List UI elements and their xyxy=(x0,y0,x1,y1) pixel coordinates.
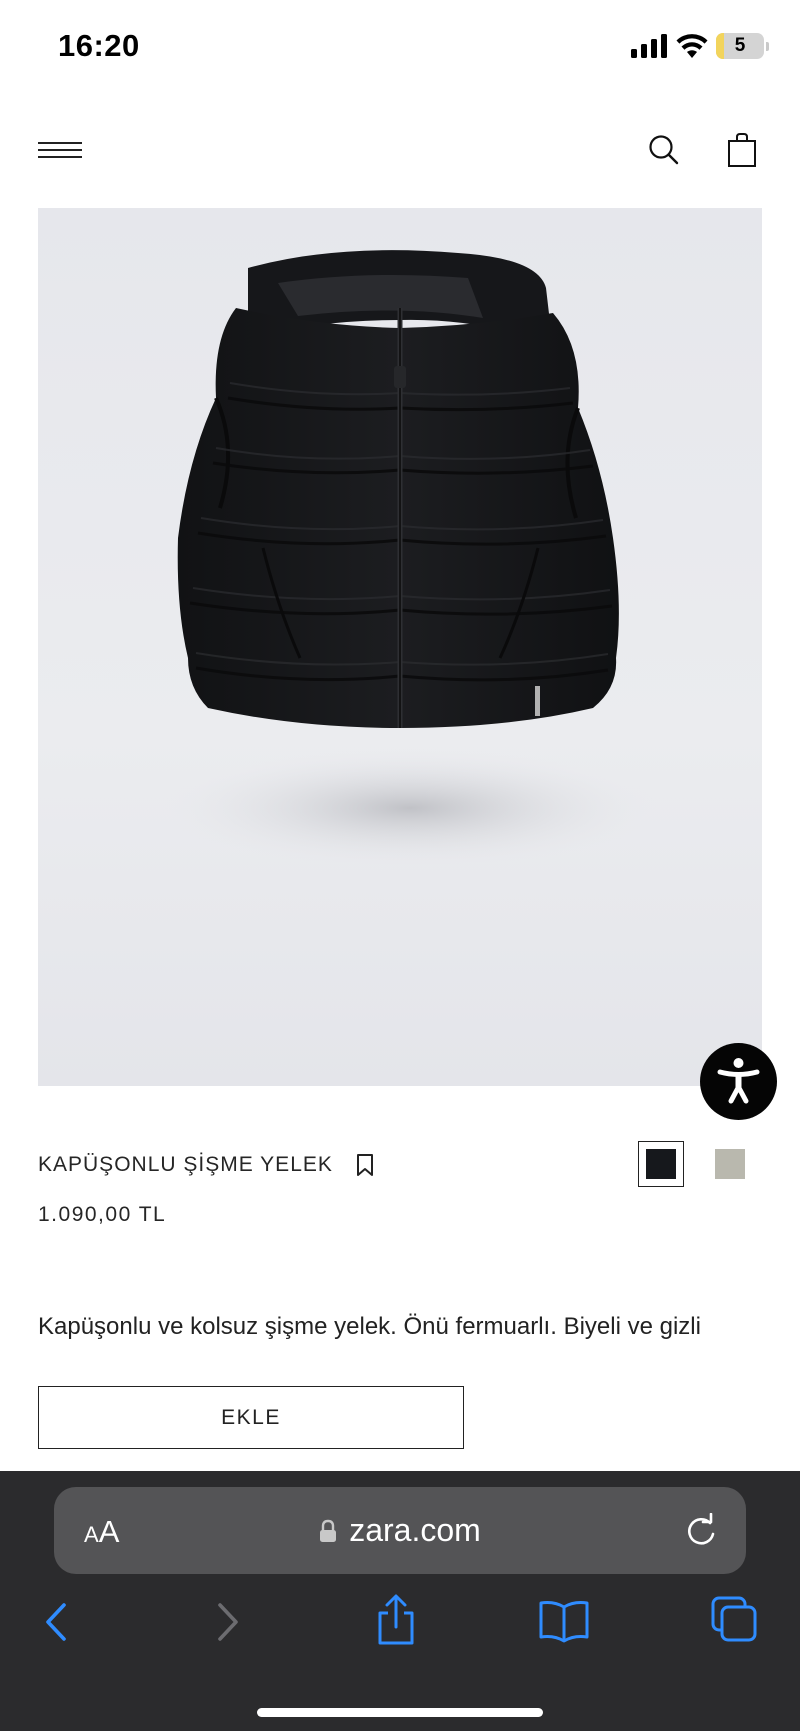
forward-chevron-icon xyxy=(218,1603,238,1641)
product-name-row: KAPÜŞONLU ŞİŞME YELEK xyxy=(38,1150,375,1180)
address-bar[interactable]: AA zara.com xyxy=(54,1487,746,1574)
url-display[interactable]: zara.com xyxy=(54,1487,746,1574)
add-to-cart-button[interactable]: EKLE xyxy=(38,1386,464,1449)
back-chevron-icon[interactable] xyxy=(38,1599,74,1645)
product-name: KAPÜŞONLU ŞİŞME YELEK xyxy=(38,1153,333,1176)
product-price: 1.090,00 TL xyxy=(38,1203,167,1226)
color-swatch-black[interactable] xyxy=(638,1141,684,1187)
bookmarks-book-icon[interactable] xyxy=(538,1599,590,1643)
status-bar: 16:20 5 xyxy=(0,0,800,96)
hamburger-menu-icon[interactable] xyxy=(38,140,84,160)
battery-label: 5 xyxy=(734,35,746,56)
cellular-signal-icon xyxy=(631,34,667,58)
status-time: 16:20 xyxy=(58,28,140,63)
puffer-vest-illustration xyxy=(160,250,660,868)
battery-indicator: 5 xyxy=(716,33,764,59)
home-indicator xyxy=(257,1708,543,1717)
tabs-overview-icon[interactable] xyxy=(710,1595,758,1643)
color-swatch-black-fill xyxy=(646,1149,676,1179)
site-header xyxy=(0,110,800,190)
wifi-icon xyxy=(676,34,708,58)
color-swatch-grey[interactable] xyxy=(715,1149,745,1179)
reload-icon[interactable] xyxy=(684,1513,718,1549)
accessibility-icon xyxy=(717,1058,760,1104)
battery-cap xyxy=(766,42,769,51)
product-description: Kapüşonlu ve kolsuz şişme yelek. Önü fer… xyxy=(38,1313,701,1340)
shopping-bag-icon[interactable] xyxy=(726,132,758,168)
bookmark-icon[interactable] xyxy=(355,1153,375,1177)
url-text: zara.com xyxy=(349,1512,481,1548)
share-icon[interactable] xyxy=(374,1593,418,1647)
search-icon[interactable] xyxy=(648,134,680,166)
browser-toolbar: AA zara.com xyxy=(0,1471,800,1731)
accessibility-button[interactable] xyxy=(700,1043,777,1120)
lock-icon xyxy=(320,1519,337,1542)
product-image[interactable] xyxy=(38,208,762,1086)
